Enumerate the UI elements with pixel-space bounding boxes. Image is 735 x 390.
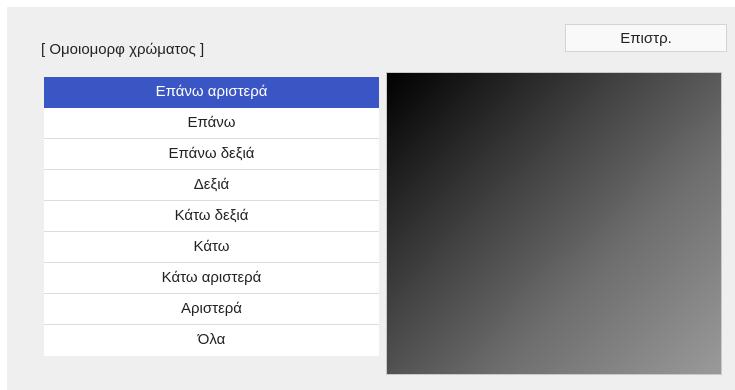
page-title: [ Ομοιομορφ χρώματος ] [41, 41, 205, 58]
menu-item-bottom-right[interactable]: Κάτω δεξιά [44, 201, 379, 232]
back-button[interactable]: Επιστρ. [565, 24, 727, 52]
menu-item-top-left[interactable]: Επάνω αριστερά [44, 77, 379, 108]
menu-item-right[interactable]: Δεξιά [44, 170, 379, 201]
menu-item-top[interactable]: Επάνω [44, 108, 379, 139]
gradient-preview [386, 72, 722, 375]
menu-item-bottom[interactable]: Κάτω [44, 232, 379, 263]
menu-item-bottom-left[interactable]: Κάτω αριστερά [44, 263, 379, 294]
area-selection-list: Επάνω αριστερά Επάνω Επάνω δεξιά Δεξιά Κ… [44, 77, 379, 356]
menu-item-left[interactable]: Αριστερά [44, 294, 379, 325]
menu-item-all[interactable]: Όλα [44, 325, 379, 356]
menu-item-top-right[interactable]: Επάνω δεξιά [44, 139, 379, 170]
